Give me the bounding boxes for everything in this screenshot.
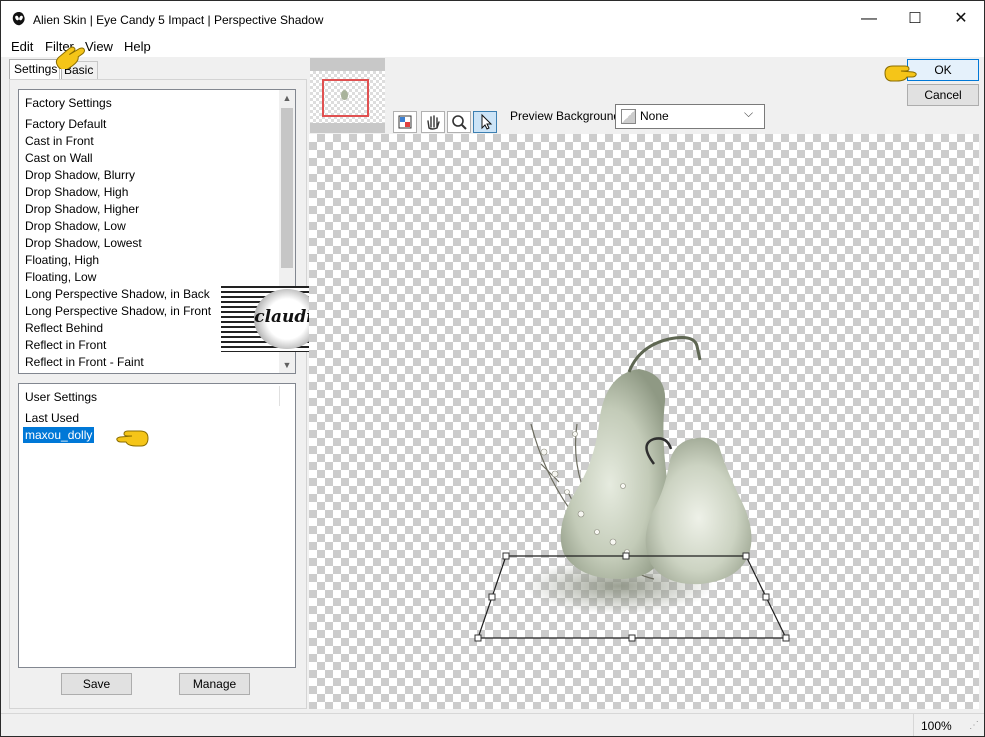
- close-button[interactable]: ✕: [938, 1, 984, 37]
- status-bar: 100% ⋰: [1, 713, 984, 736]
- selected-list-item[interactable]: maxou_dolly: [23, 427, 95, 443]
- user-settings-header: User Settings: [25, 390, 98, 404]
- list-item[interactable]: Drop Shadow, Blurry: [25, 168, 135, 182]
- scroll-up-icon[interactable]: ▲: [279, 90, 295, 106]
- handle-top-mid[interactable]: [622, 552, 630, 560]
- menu-edit[interactable]: Edit: [11, 39, 33, 54]
- preview-image: [474, 336, 790, 642]
- window-title: Alien Skin | Eye Candy 5 Impact | Perspe…: [33, 13, 324, 27]
- scroll-thumb[interactable]: [281, 108, 293, 268]
- list-item[interactable]: Reflect in Front: [25, 338, 106, 352]
- menu-bar: Edit Filter View Help: [1, 37, 984, 57]
- list-item[interactable]: Drop Shadow, Low: [25, 219, 126, 233]
- list-item[interactable]: Drop Shadow, Lowest: [25, 236, 142, 250]
- magnifier-icon: [452, 115, 467, 130]
- list-item[interactable]: Cast in Front: [25, 134, 94, 148]
- list-item[interactable]: Floating, High: [25, 253, 99, 267]
- navigator-thumbnail[interactable]: [310, 58, 385, 133]
- list-item[interactable]: Floating, Low: [25, 270, 96, 284]
- eye-candy-window: Alien Skin | Eye Candy 5 Impact | Perspe…: [0, 0, 985, 737]
- list-divider: [279, 386, 280, 406]
- list-item[interactable]: Factory Default: [25, 117, 106, 131]
- maximize-button[interactable]: ☐: [892, 1, 938, 37]
- scroll-down-icon[interactable]: ▼: [279, 357, 295, 373]
- menu-help[interactable]: Help: [124, 39, 151, 54]
- preview-toggle-button[interactable]: [393, 111, 417, 133]
- alien-skin-app-icon: [12, 12, 25, 26]
- factory-settings-header: Factory Settings: [25, 96, 112, 110]
- handle-bottom-left[interactable]: [474, 634, 482, 642]
- handle-top-left[interactable]: [502, 552, 510, 560]
- manage-button[interactable]: Manage: [179, 673, 250, 695]
- resize-grip-icon[interactable]: ⋰: [969, 720, 979, 731]
- zoom-level: 100%: [921, 719, 952, 733]
- user-settings-list[interactable]: User Settings Last Used maxou_dolly: [18, 383, 296, 668]
- pointing-hand-icon: [116, 430, 149, 447]
- preview-background-select[interactable]: None ⌵: [615, 104, 765, 129]
- preview-background-value: None: [640, 109, 669, 123]
- handle-right-mid[interactable]: [762, 593, 770, 601]
- preview-background-label: Preview Background:: [510, 109, 624, 123]
- status-divider: [913, 714, 914, 736]
- list-item[interactable]: Last Used: [25, 411, 79, 425]
- color-swatch: [621, 109, 636, 124]
- handle-bottom-mid[interactable]: [628, 634, 636, 642]
- list-item[interactable]: Reflect Behind: [25, 321, 103, 335]
- list-item[interactable]: Reflect in Front - Faint: [25, 355, 144, 369]
- handle-top-right[interactable]: [742, 552, 750, 560]
- title-bar: Alien Skin | Eye Candy 5 Impact | Perspe…: [1, 1, 984, 37]
- save-button[interactable]: Save: [61, 673, 132, 695]
- pointing-hand-icon: [884, 65, 917, 82]
- minimize-button[interactable]: —: [846, 1, 892, 37]
- handle-left-mid[interactable]: [488, 593, 496, 601]
- list-item[interactable]: Drop Shadow, Higher: [25, 202, 139, 216]
- cancel-button[interactable]: Cancel: [907, 84, 979, 106]
- chevron-down-icon[interactable]: ⌵: [744, 106, 753, 121]
- list-item[interactable]: Drop Shadow, High: [25, 185, 128, 199]
- hand-tool-button[interactable]: [421, 111, 445, 133]
- preview-canvas[interactable]: [309, 134, 979, 709]
- selection-tool-button[interactable]: [473, 111, 497, 133]
- preview-toggle-icon: [398, 115, 412, 129]
- list-item[interactable]: Long Perspective Shadow, in Front: [25, 304, 211, 318]
- large-pear-stem: [627, 336, 702, 373]
- list-item[interactable]: Cast on Wall: [25, 151, 93, 165]
- handle-bottom-right[interactable]: [782, 634, 790, 642]
- menu-view[interactable]: View: [85, 39, 113, 54]
- zoom-tool-button[interactable]: [447, 111, 471, 133]
- pointing-hand-icon: [55, 46, 85, 69]
- list-item[interactable]: Long Perspective Shadow, in Back: [25, 287, 210, 301]
- settings-panel: Factory Settings Factory Default Cast in…: [9, 79, 307, 709]
- arrow-pointer-icon: [481, 113, 493, 130]
- hand-tool-icon: [427, 115, 440, 130]
